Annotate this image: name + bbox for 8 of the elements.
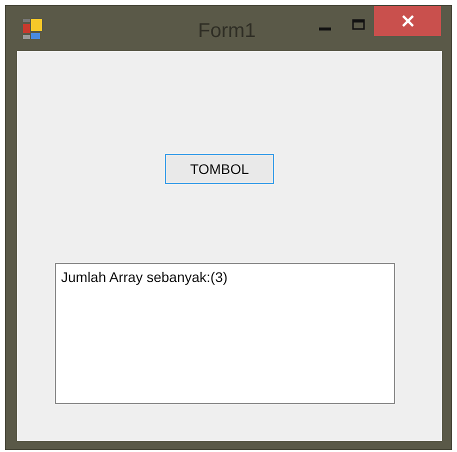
app-icon bbox=[22, 18, 44, 40]
list-item[interactable]: Jumlah Array sebanyak:(3) bbox=[61, 267, 389, 288]
list-box[interactable]: Jumlah Array sebanyak:(3) bbox=[55, 263, 395, 404]
minimize-icon bbox=[319, 26, 331, 30]
close-button[interactable] bbox=[374, 6, 441, 36]
close-icon bbox=[402, 15, 414, 27]
tombol-button[interactable]: TOMBOL bbox=[165, 154, 274, 184]
maximize-icon bbox=[352, 19, 364, 30]
